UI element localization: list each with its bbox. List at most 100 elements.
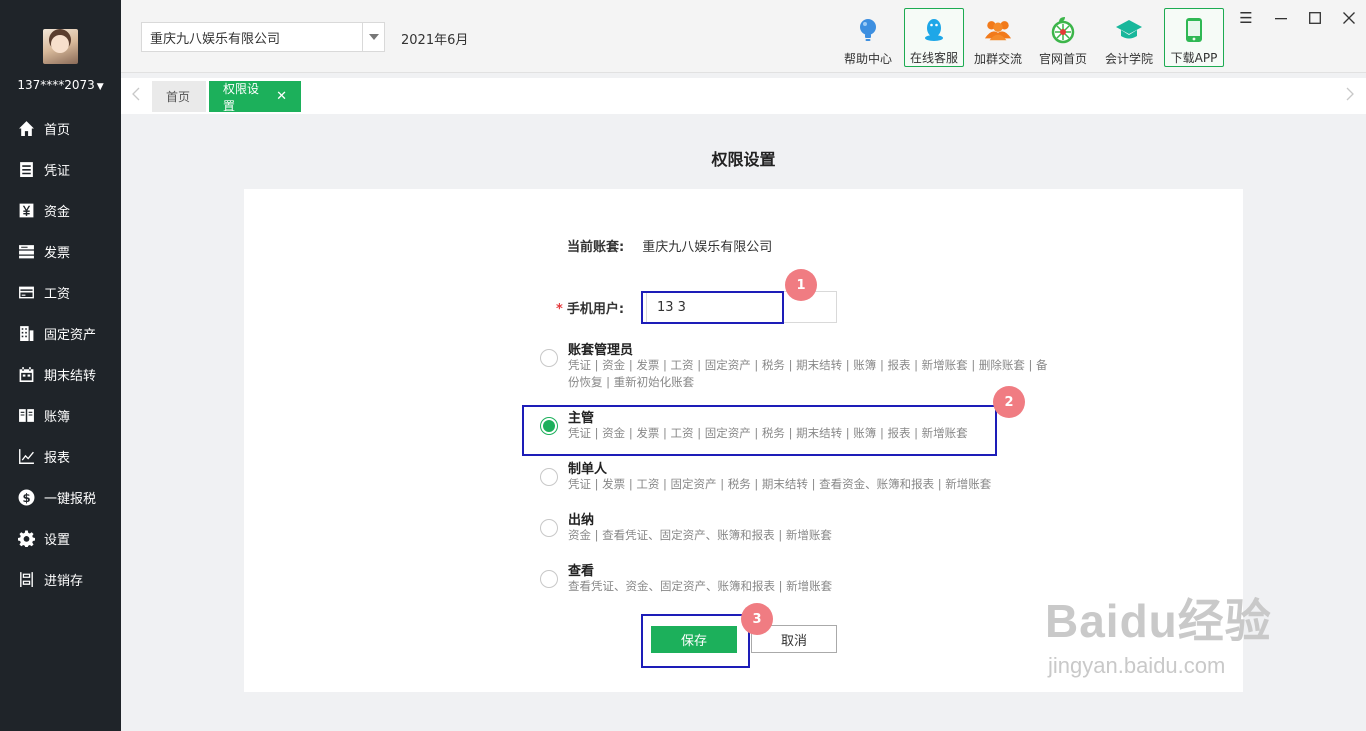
sidebar-item-label: 首页 [44,123,71,138]
book-icon [17,407,35,425]
role-name: 查看 [568,564,595,579]
lightbulb-icon [854,16,882,44]
tab-label: 首页 [166,90,191,104]
role-name: 制单人 [568,462,608,477]
download-app-button[interactable]: 下载APP [1164,8,1224,67]
sidebar-item-period-end[interactable]: 期末结转 [0,354,121,395]
period-label: 2021年6月 [401,33,469,48]
role-radio-supervisor[interactable] [540,417,558,435]
sidebar-item-payroll[interactable]: 工资 [0,272,121,313]
close-icon[interactable] [1341,10,1357,26]
step-badge: 3 [741,603,773,635]
sidebar-item-label: 进销存 [44,574,84,589]
sidebar-item-inventory[interactable]: 进销存 [0,559,121,600]
sidebar-item-funds[interactable]: 资金 [0,190,121,231]
home-icon [17,120,35,138]
close-tab-icon[interactable]: ✕ [276,89,287,104]
company-select-value: 重庆九八娱乐有限公司 [150,31,281,47]
tab-permission-settings[interactable]: 权限设置 ✕ [209,81,301,113]
tool-label: 下载APP [1170,51,1218,65]
role-description: 资金 | 查看凭证、固定资产、账簿和报表 | 新增账套 [568,528,832,542]
chart-icon [17,448,35,466]
sidebar-item-tax[interactable]: $ 一键报税 [0,477,121,518]
join-group-button[interactable]: 加群交流 [968,8,1028,67]
card-icon [17,284,35,302]
role-description: 凭证 | 发票 | 工资 | 固定资产 | 税务 | 期末结转 | 查看资金、账… [568,477,992,491]
sidebar-item-settings[interactable]: 设置 [0,518,121,559]
official-site-button[interactable]: 官网首页 [1033,8,1093,67]
tab-label: 权限设置 [223,81,260,113]
role-description: 凭证 | 资金 | 发票 | 工资 | 固定资产 | 税务 | 期末结转 | 账… [568,358,1048,389]
company-select[interactable]: 重庆九八娱乐有限公司 [141,22,385,52]
sidebar-item-label: 资金 [44,205,71,220]
sidebar-item-label: 报表 [44,451,71,466]
minimize-icon[interactable] [1273,10,1289,26]
yuan-icon [17,202,35,220]
chevron-down-icon[interactable] [362,23,384,51]
username-text: 137****2073 [17,78,95,92]
sidebar-item-label: 账簿 [44,410,71,425]
avatar[interactable] [43,29,78,64]
sidebar-item-label: 期末结转 [44,369,97,384]
role-name: 账套管理员 [568,343,634,358]
sidebar-nav: 首页 凭证 资金 发票 工资 固定资产 期末结转 账簿 报表 $ 一键报税 设置… [0,108,121,600]
invoice-icon [17,243,35,261]
graduation-cap-icon [1115,16,1143,44]
tab-home[interactable]: 首页 [152,81,206,112]
required-marker: * [556,302,563,317]
sidebar-item-ledger[interactable]: 账簿 [0,395,121,436]
group-icon [984,16,1012,44]
step-badge: 1 [785,269,817,301]
role-name: 出纳 [568,513,595,528]
help-center-button[interactable]: 帮助中心 [838,8,898,67]
sidebar-item-voucher[interactable]: 凭证 [0,149,121,190]
current-account-label: 当前账套: [567,240,625,255]
watermark-url: jingyan.baidu.com [1048,653,1226,678]
qq-penguin-icon [920,17,948,43]
role-radio-preparer[interactable] [540,468,558,486]
menu-icon[interactable]: ☰ [1238,9,1254,27]
role-description: 凭证 | 资金 | 发票 | 工资 | 固定资产 | 税务 | 期末结转 | 账… [568,426,968,440]
tool-label: 会计学院 [1104,52,1153,66]
watermark-logo-text: Baidu经验 [1045,595,1272,647]
sidebar-item-label: 工资 [44,287,71,302]
maximize-icon[interactable] [1307,10,1323,26]
role-radio-cashier[interactable] [540,519,558,537]
building-icon [17,325,35,343]
sidebar-item-label: 设置 [44,533,71,548]
tool-label: 官网首页 [1038,52,1087,66]
role-radio-viewer[interactable] [540,570,558,588]
calendar-icon [17,366,35,384]
sidebar-item-label: 固定资产 [44,328,97,343]
role-name: 主管 [568,411,595,426]
phone-user-label-row: * 手机用户: [556,298,624,317]
dollar-icon: $ [17,489,35,507]
online-service-button[interactable]: 在线客服 [904,8,964,67]
phone-user-label: 手机用户: [566,302,625,317]
baidu-jingyan-watermark: Baidu经验 jingyan.baidu.com [1045,585,1272,679]
username-menu[interactable]: 137****2073 ▼ [0,78,121,92]
sidebar: 137****2073 ▼ 首页 凭证 资金 发票 工资 固定资产 期末结转 账… [0,0,121,731]
current-account-row: 当前账套: 重庆九八娱乐有限公司 [567,236,772,255]
chevron-right-icon[interactable] [1346,87,1360,105]
sidebar-item-invoice[interactable]: 发票 [0,231,121,272]
role-description: 查看凭证、资金、固定资产、账簿和报表 | 新增账套 [568,579,833,593]
leaf-globe-icon [1049,16,1077,44]
tool-label: 加群交流 [973,52,1022,66]
chevron-left-icon[interactable] [132,87,146,105]
page-title: 权限设置 [711,150,776,169]
academy-button[interactable]: 会计学院 [1099,8,1159,67]
top-bar: 重庆九八娱乐有限公司 2021年6月 帮助中心 在线客服 加群交流 官网首页 会… [121,0,1366,73]
caret-down-icon: ▼ [96,82,104,92]
sidebar-item-fixed-assets[interactable]: 固定资产 [0,313,121,354]
sidebar-item-label: 凭证 [44,164,71,179]
tool-label: 帮助中心 [843,52,892,66]
sidebar-item-label: 发票 [44,246,71,261]
save-button[interactable]: 保存 [651,626,737,653]
current-account-value: 重庆九八娱乐有限公司 [642,240,773,255]
sidebar-item-reports[interactable]: 报表 [0,436,121,477]
role-radio-admin[interactable] [540,349,558,367]
step-badge: 2 [993,386,1025,418]
inventory-icon [17,571,35,589]
sidebar-item-home[interactable]: 首页 [0,108,121,149]
